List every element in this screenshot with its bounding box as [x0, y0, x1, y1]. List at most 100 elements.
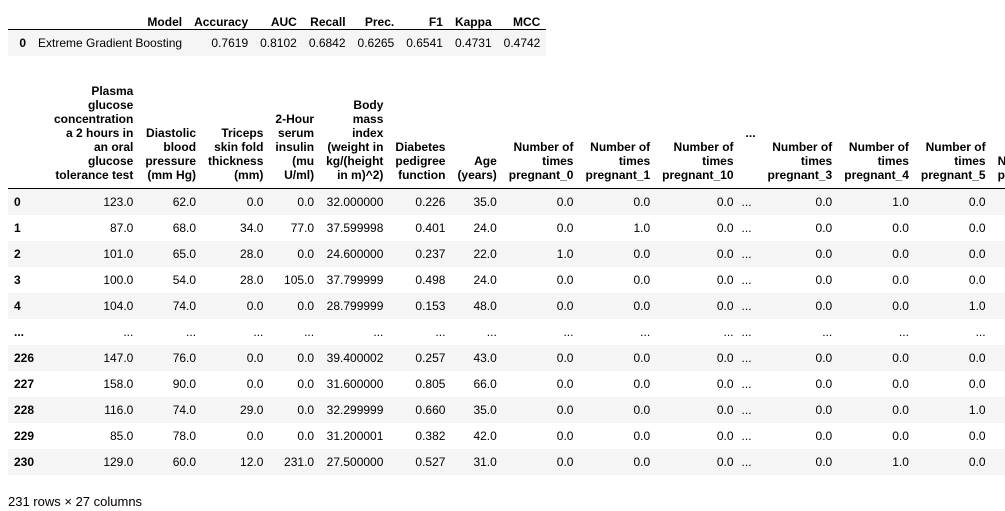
cell-triceps-skinfold: 0.0	[246, 377, 264, 391]
cell-pregnant-5: 0.0	[968, 273, 986, 287]
cell-cutoff	[992, 449, 1005, 475]
cell-diabetes-pedigree: ...	[435, 325, 446, 339]
cell-pregnant-5: 0.0	[968, 377, 986, 391]
cell-serum-insulin: 0.0	[297, 377, 315, 391]
cell-cutoff	[992, 241, 1005, 267]
metrics-header-kappa: Kappa	[448, 5, 498, 30]
cell-cutoff	[992, 371, 1005, 397]
cell-cutoff	[992, 345, 1005, 371]
cell-diastolic-bp: 74.0	[172, 403, 197, 417]
cell-serum-insulin: ...	[304, 325, 315, 339]
cell-diabetes-pedigree: 0.527	[415, 455, 446, 469]
cell-pregnant-4: 1.0	[892, 195, 909, 209]
cell-pregnant-3: 0.0	[815, 247, 833, 261]
cell-age: 43.0	[473, 351, 497, 365]
cell-pregnant-5: 0.0	[968, 195, 986, 209]
metrics-prec: 0.6265	[357, 36, 395, 50]
cell-cutoff	[992, 215, 1005, 241]
cell-ellipsis: ...	[741, 325, 752, 339]
cell-pregnant-3: 0.0	[815, 377, 833, 391]
cell-triceps-skinfold: 0.0	[246, 351, 264, 365]
cell-pregnant-0: 0.0	[556, 273, 574, 287]
cell-plasma-glucose: 123.0	[103, 195, 134, 209]
row-index: 4	[14, 299, 21, 313]
cell-serum-insulin: 0.0	[297, 429, 315, 443]
metrics-header-mcc: MCC	[497, 5, 547, 30]
cell-bmi: ...	[373, 325, 384, 339]
cell-ellipsis: ...	[741, 221, 752, 235]
cell-plasma-glucose: 129.0	[103, 455, 134, 469]
cell-pregnant-10: 0.0	[716, 221, 734, 235]
table-row: 0 123.0 62.0 0.0 0.0 32.000000 0.226 35.0 0.0 0.0…	[8, 188, 1005, 216]
cell-age: 48.0	[473, 299, 497, 313]
cell-pregnant-0: 0.0	[556, 299, 574, 313]
cell-diabetes-pedigree: 0.382	[415, 429, 446, 443]
metrics-header-accuracy: Accuracy	[188, 5, 255, 30]
cell-cutoff	[992, 189, 1005, 216]
cell-pregnant-4: 1.0	[892, 455, 909, 469]
cell-pregnant-4: 0.0	[892, 299, 909, 313]
header-serum-insulin: 2-Hour serum insulin (mu U/ml)	[269, 84, 321, 189]
cell-pregnant-5: 0.0	[968, 429, 986, 443]
cell-pregnant-5: 0.0	[968, 455, 986, 469]
cell-pregnant-1: 0.0	[633, 455, 651, 469]
cell-pregnant-4: 0.0	[892, 247, 909, 261]
cell-ellipsis: ...	[741, 403, 752, 417]
cell-age: 24.0	[473, 273, 497, 287]
cell-plasma-glucose: 116.0	[104, 403, 134, 417]
cell-pregnant-3: 0.0	[815, 403, 833, 417]
cell-cutoff	[992, 267, 1005, 293]
cell-pregnant-1: 0.0	[633, 195, 651, 209]
cell-pregnant-10: 0.0	[716, 299, 734, 313]
cell-pregnant-1: 0.0	[633, 403, 651, 417]
cell-pregnant-10: 0.0	[716, 403, 734, 417]
row-index: 227	[14, 377, 35, 391]
cell-pregnant-10: 0.0	[716, 377, 734, 391]
cell-bmi: 39.400002	[326, 351, 384, 365]
cell-pregnant-10: 0.0	[716, 273, 734, 287]
metrics-kappa: 0.4731	[454, 36, 492, 50]
header-bmi: Body mass index (weight in kg/(height in…	[320, 84, 390, 189]
cell-ellipsis: ...	[741, 247, 752, 261]
metrics-accuracy: 0.7619	[211, 36, 249, 50]
cell-triceps-skinfold: 12.0	[240, 455, 264, 469]
cell-age: 31.0	[473, 455, 497, 469]
cell-diastolic-bp: 76.0	[172, 351, 197, 365]
row-index: 3	[14, 273, 21, 287]
cell-pregnant-4: 0.0	[892, 403, 909, 417]
header-pregnant-3: Number of times pregnant_3	[761, 84, 839, 189]
cell-diastolic-bp: 54.0	[172, 273, 197, 287]
cell-diabetes-pedigree: 0.805	[415, 377, 446, 391]
cell-ellipsis: ...	[741, 299, 752, 313]
cell-pregnant-1: 0.0	[633, 351, 651, 365]
row-index: ...	[14, 325, 25, 339]
dataset-header-row: Plasma glucose concentration a 2 hours i…	[8, 84, 1005, 189]
cell-pregnant-1: 1.0	[633, 221, 651, 235]
row-index: 229	[14, 429, 35, 443]
cell-serum-insulin: 0.0	[297, 351, 315, 365]
cell-pregnant-0: 0.0	[556, 195, 574, 209]
cell-plasma-glucose: 85.0	[109, 429, 134, 443]
metrics-model-name: Extreme Gradient Boosting	[38, 36, 183, 50]
cell-pregnant-5: 0.0	[968, 247, 986, 261]
cell-diabetes-pedigree: 0.226	[415, 195, 446, 209]
cell-serum-insulin: 0.0	[297, 195, 315, 209]
header-pregnant-10: Number of times pregnant_10	[656, 84, 740, 189]
cell-triceps-skinfold: 28.0	[240, 247, 264, 261]
cell-pregnant-3: ...	[822, 325, 833, 339]
cell-serum-insulin: 105.0	[284, 273, 315, 287]
metrics-recall: 0.6842	[308, 36, 346, 50]
cell-bmi: 24.600000	[326, 247, 384, 261]
cell-pregnant-1: 0.0	[633, 377, 651, 391]
cell-diastolic-bp: 78.0	[172, 429, 197, 443]
cell-cutoff	[992, 423, 1005, 449]
cell-pregnant-0: 0.0	[556, 429, 574, 443]
cell-triceps-skinfold: 29.0	[240, 403, 264, 417]
cell-plasma-glucose: 158.0	[103, 377, 134, 391]
cell-bmi: 28.799999	[326, 299, 384, 313]
header-pregnant-1: Number of times pregnant_1	[579, 84, 657, 189]
cell-pregnant-3: 0.0	[815, 351, 833, 365]
metrics-auc: 0.8102	[260, 36, 297, 50]
cell-pregnant-0: 0.0	[556, 221, 574, 235]
cell-cutoff	[992, 397, 1005, 423]
